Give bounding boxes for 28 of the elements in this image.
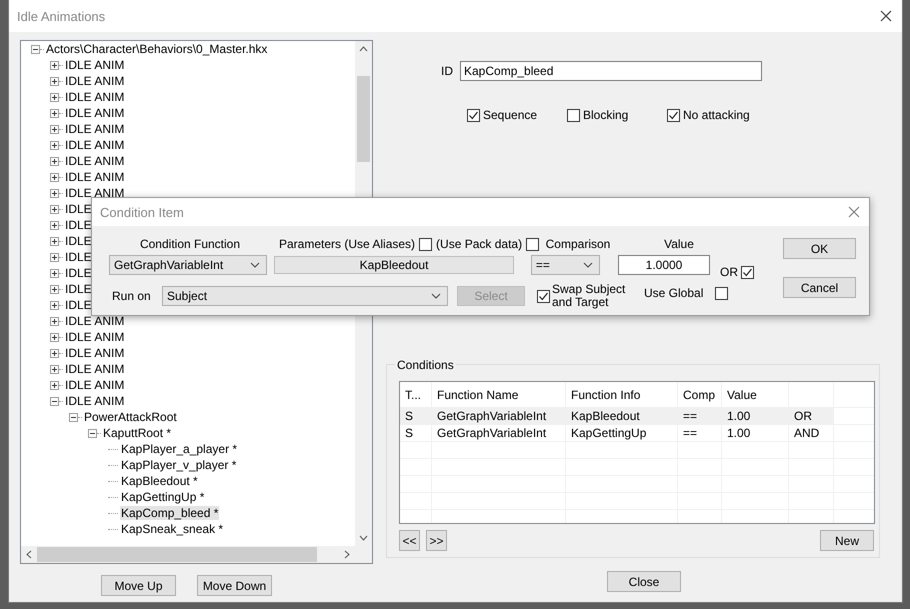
window-title: Idle Animations xyxy=(17,8,106,24)
field-label: Run on xyxy=(111,289,152,303)
checkbox-label: Blocking xyxy=(583,108,628,122)
checkbox-label: OR xyxy=(720,265,738,279)
id-label: ID xyxy=(441,64,453,78)
checkbox-label: Swap Subject and Target xyxy=(552,283,626,309)
field-label: Comparison xyxy=(546,237,610,251)
table-cell: == xyxy=(678,408,722,424)
field-label: Value xyxy=(664,237,694,251)
table-cell: OR xyxy=(789,408,834,424)
table-cell: GetGraphVariableInt xyxy=(432,408,566,424)
table-cell: 1.00 xyxy=(722,425,789,441)
table-cell: KapBleedout xyxy=(566,408,678,424)
group-title: Conditions xyxy=(395,358,456,372)
table-cell: KapGettingUp xyxy=(566,425,678,441)
table-cell: AND xyxy=(789,425,834,441)
table-cell: == xyxy=(678,425,722,441)
table-cell: 1.00 xyxy=(722,408,789,424)
checkbox-label: Sequence xyxy=(483,108,538,122)
table-cell: S xyxy=(400,425,432,441)
field-label: Parameters (Use Aliases) xyxy=(279,237,416,251)
dialog-title: Condition Item xyxy=(100,204,184,220)
field-label: Condition Function xyxy=(140,237,240,251)
checkbox-label: (Use Pack data) xyxy=(436,237,522,251)
table-cell: S xyxy=(400,408,432,424)
table-cell: GetGraphVariableInt xyxy=(432,425,566,441)
checkbox-label: No attacking xyxy=(683,108,750,122)
checkbox-label: Use Global xyxy=(644,286,704,300)
